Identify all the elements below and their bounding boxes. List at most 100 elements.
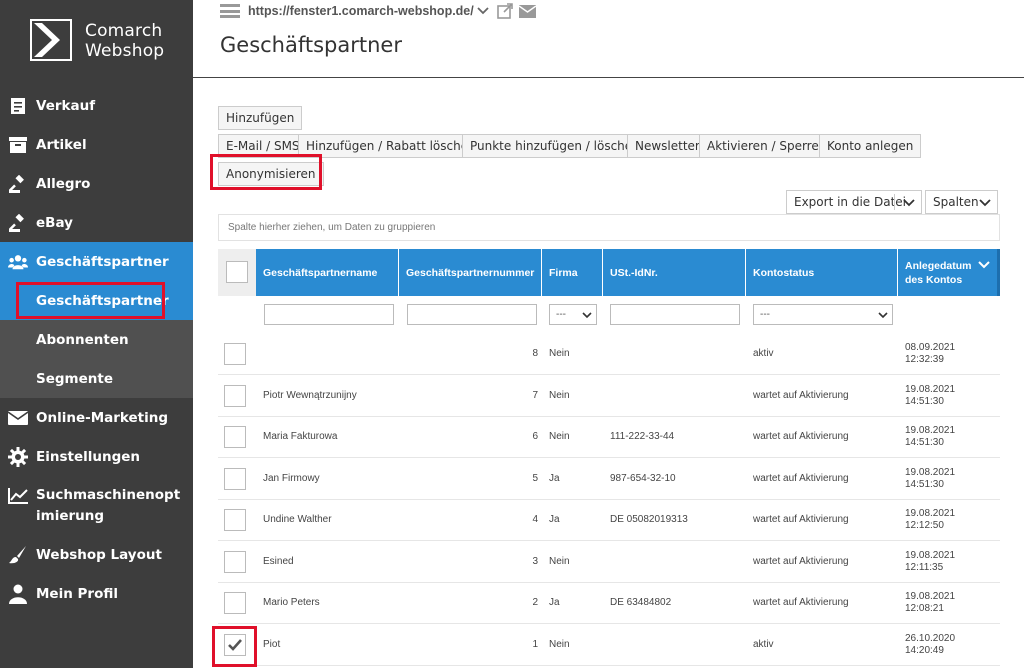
filter-number-input[interactable] <box>407 304 537 325</box>
filter-name-input[interactable] <box>264 304 394 325</box>
filter-value: --- <box>760 309 770 320</box>
top-bar: https://fenster1.comarch-webshop.de/ <box>220 0 536 22</box>
table-row[interactable]: Maria Fakturowa 6 Nein 111-222-33-44 wartet … <box>218 416 1000 458</box>
cell-name: Piotr Wewnątrzunijny <box>263 390 357 401</box>
gavel-icon <box>8 213 28 233</box>
add-delete-discount-button[interactable]: Hinzufügen / Rabatt löschen <box>298 134 484 158</box>
nav-label: Artikel <box>36 136 87 153</box>
columns-dropdown[interactable]: Spalten <box>925 190 998 214</box>
nav-artikel[interactable]: Artikel <box>0 125 193 164</box>
cell-firma: Nein <box>549 348 570 359</box>
header-label: USt.-IdNr. <box>610 266 658 279</box>
activate-block-button[interactable]: Aktivieren / Sperren <box>699 134 835 158</box>
cell-ust: 987-654-32-10 <box>610 473 676 484</box>
table-row[interactable]: Esined 3 Nein wartet auf Aktivierung 19.08.2… <box>218 541 1000 583</box>
cell-date: 26.10.2020 14:20:49 <box>905 633 955 657</box>
cell-date-day: 19.08.2021 <box>905 550 956 561</box>
table-row[interactable]: 8 Nein aktiv 08.09.2021 12:32:39 <box>218 333 1000 375</box>
cell-status: wartet auf Aktivierung <box>753 431 849 442</box>
filter-status-select[interactable]: --- <box>753 304 893 325</box>
cell-firma: Nein <box>549 431 570 442</box>
column-header-firma[interactable]: Firma <box>542 249 603 296</box>
envelope-icon[interactable] <box>518 4 536 18</box>
row-checkbox[interactable] <box>224 592 246 614</box>
filter-firma-select[interactable]: --- <box>549 304 597 325</box>
row-checkbox[interactable] <box>224 634 246 656</box>
chart-icon <box>8 486 28 506</box>
nav-label: Online-Marketing <box>36 409 169 426</box>
group-drop-zone[interactable]: Spalte hierher ziehen, um Daten zu grupp… <box>218 214 1000 241</box>
nav-allegro[interactable]: Allegro <box>0 164 193 203</box>
add-button[interactable]: Hinzufügen <box>218 106 303 130</box>
header-label-line2: des Kontos <box>905 273 963 286</box>
table-row[interactable]: Piotr Wewnątrzunijny 7 Nein wartet auf Akti… <box>218 375 1000 417</box>
nav-geschaeftspartner[interactable]: Geschäftspartner <box>0 242 193 281</box>
envelope-icon <box>8 408 28 428</box>
filter-value: --- <box>556 309 566 320</box>
nav-webshop-layout[interactable]: Webshop Layout <box>0 535 193 574</box>
column-header-date[interactable]: Anlegedatum des Kontos <box>898 249 998 296</box>
cell-number: 8 <box>532 348 538 359</box>
export-dropdown[interactable]: Export in die Datei <box>786 190 922 214</box>
cell-name: Jan Firmowy <box>263 473 320 484</box>
nav-einstellungen[interactable]: Einstellungen <box>0 437 193 476</box>
row-checkbox[interactable] <box>224 509 246 531</box>
create-account-button[interactable]: Konto anlegen <box>819 134 922 158</box>
cell-date-day: 19.08.2021 <box>905 591 956 602</box>
row-checkbox[interactable] <box>224 468 246 490</box>
column-header-name[interactable]: Geschäftspartnername <box>256 249 399 296</box>
external-link-icon[interactable] <box>496 3 513 19</box>
shop-url[interactable]: https://fenster1.comarch-webshop.de/ <box>248 4 474 18</box>
table-row[interactable]: Undine Walther 4 Ja DE 05082019313 wartet au… <box>218 499 1000 541</box>
nav-online-marketing[interactable]: Online-Marketing <box>0 398 193 437</box>
cell-firma: Ja <box>549 597 560 608</box>
column-header-status[interactable]: Kontostatus <box>746 249 898 296</box>
subnav-abonnenten[interactable]: Abonnenten <box>0 320 193 359</box>
subnav-geschaeftspartner[interactable]: Geschäftspartner <box>0 281 193 320</box>
nav-label: Einstellungen <box>36 448 141 465</box>
table-row[interactable]: Piot 1 Nein aktiv 26.10.2020 14:20:49 <box>218 624 1000 666</box>
cell-date: 19.08.2021 12:12:50 <box>905 508 955 532</box>
chevron-down-icon[interactable] <box>477 7 489 15</box>
chevron-down-icon <box>582 312 592 319</box>
nav-verkauf[interactable]: Verkauf <box>0 86 193 125</box>
sort-chevron-icon[interactable] <box>977 258 991 272</box>
cell-firma: Nein <box>549 556 570 567</box>
header-label: Geschäftspartnernummer <box>406 266 535 279</box>
select-all-cell <box>218 249 256 296</box>
table-row[interactable]: Mario Peters 2 Ja DE 63484802 wartet auf Akt… <box>218 582 1000 624</box>
filter-ust-input[interactable] <box>610 304 740 325</box>
row-checkbox[interactable] <box>224 343 246 365</box>
table-row[interactable]: Jan Firmowy 5 Ja 987-654-32-10 wartet auf Ak… <box>218 458 1000 500</box>
nav-label: eBay <box>36 214 73 231</box>
column-header-ust[interactable]: USt.-IdNr. <box>603 249 746 296</box>
nav-label: Webshop Layout <box>36 546 162 563</box>
nav-mein-profil[interactable]: Mein Profil <box>0 574 193 613</box>
page-title: Geschäftspartner <box>220 33 402 57</box>
cell-ust: 111-222-33-44 <box>610 431 675 442</box>
cell-name: Mario Peters <box>263 597 320 608</box>
cell-number: 7 <box>532 390 538 401</box>
cell-date-time: 12:12:50 <box>905 520 944 531</box>
row-checkbox[interactable] <box>224 385 246 407</box>
subnav-segmente[interactable]: Segmente <box>0 359 193 398</box>
hamburger-icon[interactable] <box>220 4 240 18</box>
column-header-number[interactable]: Geschäftspartnernummer <box>399 249 542 296</box>
email-sms-button[interactable]: E-Mail / SMS <box>218 134 308 158</box>
chevron-down-icon <box>878 312 888 319</box>
newsletter-button[interactable]: Newsletter <box>627 134 708 158</box>
row-checkbox[interactable] <box>224 426 246 448</box>
brand-logo[interactable]: Comarch Webshop <box>30 19 180 63</box>
row-checkbox[interactable] <box>224 551 246 573</box>
cell-number: 5 <box>532 473 538 484</box>
anonymize-button[interactable]: Anonymisieren <box>218 162 324 186</box>
cell-date: 19.08.2021 14:51:30 <box>905 467 955 491</box>
cell-date-time: 14:51:30 <box>905 437 944 448</box>
add-delete-points-button[interactable]: Punkte hinzufügen / löschen <box>462 134 648 158</box>
nav-ebay[interactable]: eBay <box>0 203 193 242</box>
brush-icon <box>8 545 28 565</box>
cell-date: 19.08.2021 12:11:35 <box>905 550 955 574</box>
cell-ust: DE 05082019313 <box>610 514 688 525</box>
select-all-checkbox[interactable] <box>226 261 248 283</box>
nav-suchmaschinenoptimierung[interactable]: Suchmaschinenopt imierung <box>0 476 193 535</box>
